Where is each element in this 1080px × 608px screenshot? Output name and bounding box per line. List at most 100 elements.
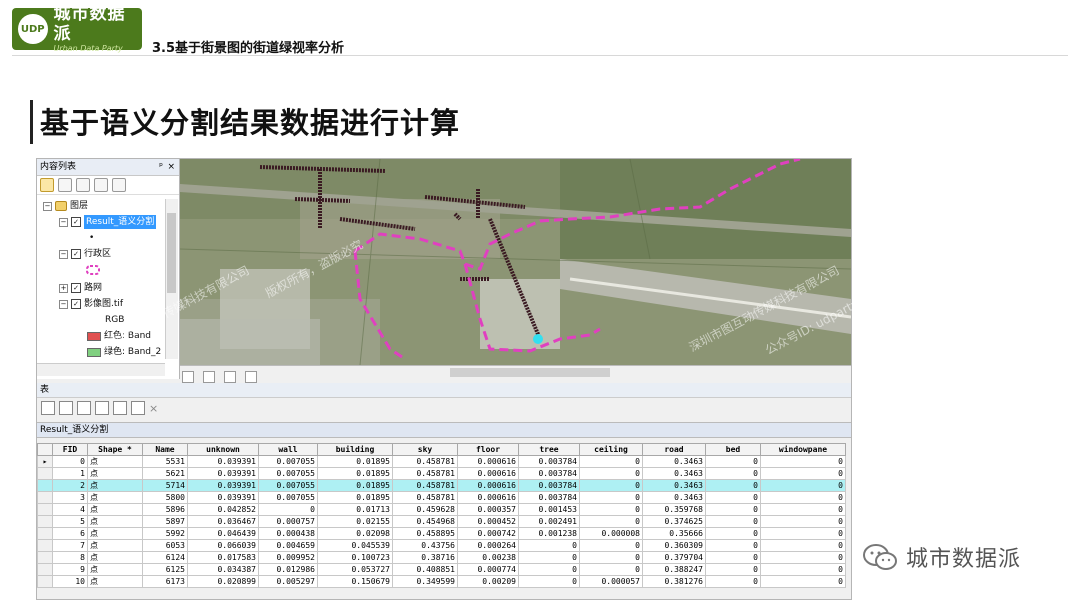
toc-header: 内容列表 ᵖ ×	[37, 159, 179, 176]
table-cell: 0.007055	[258, 455, 318, 468]
logo-subtitle: Urban Data Party	[53, 44, 123, 53]
table-cell: 0.034387	[187, 563, 259, 576]
refresh-icon[interactable]	[224, 370, 237, 383]
data-view-icon[interactable]	[182, 370, 194, 383]
column-header[interactable]: ceiling	[579, 443, 643, 456]
column-header[interactable]: FID	[52, 443, 88, 456]
row-selector[interactable]	[37, 479, 53, 492]
column-header[interactable]: floor	[457, 443, 519, 456]
row-selector[interactable]	[37, 563, 53, 576]
layer-row-district[interactable]: − ✓ 行政区	[59, 247, 111, 261]
close-icon[interactable]: ×	[167, 159, 175, 175]
zoom-to-selected-icon[interactable]	[131, 401, 145, 415]
table-cell: 0.00209	[457, 575, 519, 588]
table-cell: 0	[579, 551, 643, 564]
delete-selected-icon[interactable]: ×	[149, 402, 158, 415]
column-header[interactable]: sky	[392, 443, 458, 456]
table-cell: 0.43756	[392, 539, 458, 552]
row-selector[interactable]	[37, 551, 53, 564]
list-by-drawing-order-icon[interactable]	[40, 178, 54, 192]
table-cell: 0.036467	[187, 515, 259, 528]
layer-visibility-checkbox[interactable]: ✓	[71, 283, 81, 293]
pause-icon[interactable]	[245, 370, 258, 383]
switch-selection-icon[interactable]	[95, 401, 109, 415]
table-cell: 0.000616	[457, 467, 519, 480]
table-row[interactable]: ▸ 0 点 5531 0.039391 0.007055 0.01895 0.458781 0.…	[37, 455, 846, 468]
table-row[interactable]: 1 点 5621 0.039391 0.007055 0.01895 0.458781 0.0…	[37, 467, 846, 480]
collapse-icon[interactable]: −	[59, 249, 68, 259]
collapse-icon[interactable]: −	[59, 299, 68, 309]
layer-group-row[interactable]: − 图层	[43, 199, 88, 213]
column-header[interactable]: bed	[705, 443, 761, 456]
table-cell: 0	[760, 563, 846, 576]
table-row[interactable]: 3 点 5800 0.039391 0.007055 0.01895 0.458781 0.0…	[37, 491, 846, 504]
table-cell: 5896	[142, 503, 188, 516]
table-row[interactable]: 6 点 5992 0.046439 0.000438 0.02098 0.458895 0.0…	[37, 527, 846, 540]
clear-selection-icon[interactable]	[113, 401, 127, 415]
column-header[interactable]: wall	[258, 443, 318, 456]
table-cell: 0	[579, 467, 643, 480]
map-horizontal-scrollbar[interactable]	[450, 368, 610, 377]
column-header[interactable]: unknown	[187, 443, 259, 456]
table-row[interactable]: 8 点 6124 0.017583 0.009952 0.100723 0.38716 0.0…	[37, 551, 846, 564]
column-header[interactable]: road	[642, 443, 706, 456]
table-options-icon[interactable]	[41, 401, 55, 415]
row-selector[interactable]	[37, 539, 53, 552]
collapse-icon[interactable]: −	[43, 201, 52, 211]
table-cell: 点	[87, 527, 143, 540]
table-cell: 点	[87, 551, 143, 564]
table-tab[interactable]: Result_语义分割	[37, 422, 851, 438]
table-row[interactable]: 5 点 5897 0.036467 0.000757 0.02155 0.454968 0.0…	[37, 515, 846, 528]
table-row[interactable]: 10 点 6173 0.020899 0.005297 0.150679 0.349599 0…	[37, 575, 846, 588]
list-by-source-icon[interactable]	[58, 178, 72, 192]
layer-row-imagery[interactable]: − ✓ 影像图.tif	[59, 297, 123, 311]
table-cell: 0.388247	[642, 563, 706, 576]
row-selector[interactable]	[37, 503, 53, 516]
toc-vertical-scrollbar[interactable]	[165, 199, 178, 359]
column-header[interactable]: building	[317, 443, 393, 456]
table-row[interactable]: 4 点 5896 0.042852 0 0.01713 0.459628 0.000357 0.…	[37, 503, 846, 516]
table-row[interactable]: 2 点 5714 0.039391 0.007055 0.01895 0.458781 0.0…	[37, 479, 846, 492]
page-title: 基于语义分割结果数据进行计算	[40, 106, 461, 140]
toc-horizontal-scrollbar[interactable]	[37, 363, 165, 376]
collapse-icon[interactable]: −	[59, 217, 68, 227]
row-selector[interactable]	[37, 515, 53, 528]
list-by-visibility-icon[interactable]	[76, 178, 90, 192]
related-tables-icon[interactable]	[59, 401, 73, 415]
row-selector[interactable]: ▸	[37, 455, 53, 468]
table-cell: 点	[87, 515, 143, 528]
table-row[interactable]: 7 点 6053 0.066039 0.004659 0.045539 0.43756 0.0…	[37, 539, 846, 552]
select-by-attributes-icon[interactable]	[77, 401, 91, 415]
pin-icon[interactable]: ᵖ	[159, 159, 163, 175]
table-cell: 0.01895	[317, 455, 393, 468]
expand-icon[interactable]: +	[59, 283, 68, 293]
table-row[interactable]: 9 点 6125 0.034387 0.012986 0.053727 0.408851 0.…	[37, 563, 846, 576]
table-cell: 0.000452	[457, 515, 519, 528]
options-icon[interactable]	[112, 178, 126, 192]
column-header[interactable]: windowpane	[760, 443, 846, 456]
column-header[interactable]: tree	[518, 443, 580, 456]
row-selector[interactable]	[37, 527, 53, 540]
table-cell: 0.458781	[392, 455, 458, 468]
table-cell: 0.3463	[642, 491, 706, 504]
row-selector[interactable]	[37, 467, 53, 480]
table-cell: 0.007055	[258, 479, 318, 492]
layout-view-icon[interactable]	[203, 370, 216, 383]
table-cell: 0	[760, 503, 846, 516]
list-by-selection-icon[interactable]	[94, 178, 108, 192]
layer-visibility-checkbox[interactable]: ✓	[71, 249, 81, 259]
column-header[interactable]: Name	[142, 443, 188, 456]
layer-visibility-checkbox[interactable]: ✓	[71, 217, 81, 227]
layer-row-roads[interactable]: + ✓ 路网	[59, 281, 102, 295]
brand-logo: UDP 城市数据派 Urban Data Party	[12, 4, 142, 53]
logo-mark-icon: UDP	[18, 14, 48, 44]
table-cell: 0	[705, 503, 761, 516]
map-view[interactable]	[180, 159, 851, 365]
row-selector[interactable]	[37, 491, 53, 504]
table-cell: 0.007055	[258, 491, 318, 504]
layer-row-result[interactable]: − ✓ Result_语义分割	[59, 215, 157, 229]
layer-visibility-checkbox[interactable]: ✓	[71, 299, 81, 309]
column-header[interactable]: Shape *	[87, 443, 143, 456]
table-cell: 0.000616	[457, 491, 519, 504]
row-selector[interactable]	[37, 575, 53, 588]
